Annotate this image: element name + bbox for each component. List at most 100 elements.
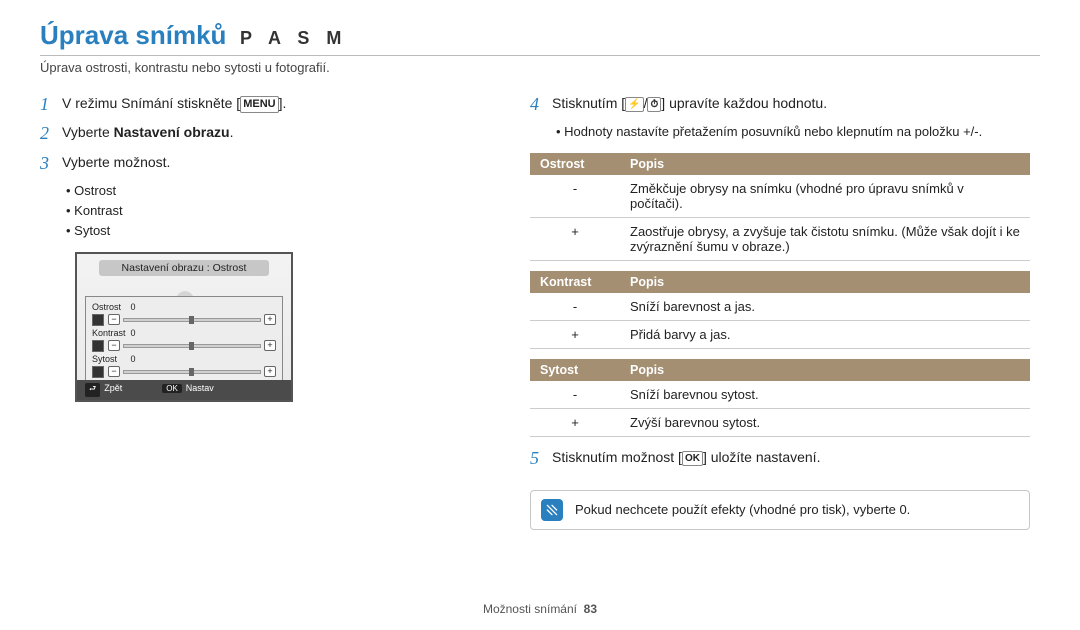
ok-button[interactable]: OK Nastav xyxy=(162,383,214,397)
flash-icon: ⚡ xyxy=(625,97,643,112)
symbol-cell: + xyxy=(530,320,620,348)
text-cell: Sníží barevnost a jas. xyxy=(620,293,1030,321)
slider-value: 0 xyxy=(129,328,137,338)
table-row: -Změkčuje obrysy na snímku (vhodné pro ú… xyxy=(530,175,1030,218)
step4-bullets: Hodnoty nastavíte přetažením posuvníků n… xyxy=(556,122,1030,142)
step-text: V režimu Snímání stiskněte [MENU]. xyxy=(62,93,286,116)
ok-icon: OK xyxy=(162,384,182,393)
slider-row: − + xyxy=(92,314,276,326)
table-row: +Přidá barvy a jas. xyxy=(530,320,1030,348)
symbol-cell: - xyxy=(530,381,620,409)
camera-title: Nastavení obrazu : Ostrost xyxy=(99,260,269,276)
slider-label: Kontrast xyxy=(92,328,126,338)
description-table: OstrostPopis-Změkčuje obrysy na snímku (… xyxy=(530,153,1030,261)
step1-text: V režimu Snímání stiskněte [ xyxy=(62,95,240,111)
slider-track[interactable] xyxy=(123,318,261,322)
list-item: Hodnoty nastavíte přetažením posuvníků n… xyxy=(556,122,1030,142)
tables-container: OstrostPopis-Změkčuje obrysy na snímku (… xyxy=(530,153,1030,437)
camera-preview: Nastavení obrazu : Ostrost Ostrost 0 − +… xyxy=(75,252,293,402)
step-number: 1 xyxy=(40,93,62,116)
slider-handle[interactable] xyxy=(189,368,194,376)
saturation-icon xyxy=(92,366,104,378)
step2-pre: Vyberte xyxy=(62,124,114,140)
plus-button[interactable]: + xyxy=(264,314,276,325)
minus-button[interactable]: − xyxy=(108,340,120,351)
slider-row: Kontrast 0 xyxy=(92,328,276,338)
step2-post: . xyxy=(230,124,234,140)
sharpness-icon xyxy=(92,314,104,326)
mode-letters: P A S M xyxy=(240,28,347,49)
slider-handle[interactable] xyxy=(189,342,194,350)
step-number: 2 xyxy=(40,122,62,145)
table-row: +Zvýší barevnou sytost. xyxy=(530,408,1030,436)
minus-button[interactable]: − xyxy=(108,366,120,377)
list-item: Ostrost xyxy=(66,181,500,201)
step4-a: Stisknutím [ xyxy=(552,95,625,111)
back-label: Zpět xyxy=(104,383,122,393)
table-header: Ostrost xyxy=(530,153,620,175)
text-cell: Sníží barevnou sytost. xyxy=(620,381,1030,409)
plus-button[interactable]: + xyxy=(264,366,276,377)
slider-track[interactable] xyxy=(123,370,261,374)
back-icon: ⮐ xyxy=(85,383,100,397)
left-column: 1 V režimu Snímání stiskněte [MENU]. 2 V… xyxy=(40,93,500,530)
step5-b: ] uložíte nastavení. xyxy=(703,449,821,465)
step2-bold: Nastavení obrazu xyxy=(114,124,230,140)
page-number: 83 xyxy=(584,602,597,616)
table-header: Kontrast xyxy=(530,271,620,293)
table-header: Sytost xyxy=(530,359,620,381)
footer-label: Možnosti snímání xyxy=(483,602,577,616)
step-number: 4 xyxy=(530,93,552,116)
table-header: Popis xyxy=(620,359,1030,381)
symbol-cell: + xyxy=(530,217,620,260)
minus-button[interactable]: − xyxy=(108,314,120,325)
step-1: 1 V režimu Snímání stiskněte [MENU]. xyxy=(40,93,500,116)
step4-b: ] upravíte každou hodnotu. xyxy=(661,95,827,111)
timer-icon: ⏱ xyxy=(647,97,661,112)
step-4: 4 Stisknutím [⚡/⏱] upravíte každou hodno… xyxy=(530,93,1030,116)
list-item: Kontrast xyxy=(66,201,500,221)
ok-label: Nastav xyxy=(186,383,214,393)
description-table: KontrastPopis-Sníží barevnost a jas.+Při… xyxy=(530,271,1030,349)
plus-button[interactable]: + xyxy=(264,340,276,351)
right-column: 4 Stisknutím [⚡/⏱] upravíte každou hodno… xyxy=(530,93,1030,530)
step-text: Stisknutím možnost [OK] uložíte nastaven… xyxy=(552,447,820,470)
option-list: Ostrost Kontrast Sytost xyxy=(66,181,500,241)
step-2: 2 Vyberte Nastavení obrazu. xyxy=(40,122,500,145)
table-row: +Zaostřuje obrysy, a zvyšuje tak čistotu… xyxy=(530,217,1030,260)
step5-a: Stisknutím možnost [ xyxy=(552,449,682,465)
symbol-cell: + xyxy=(530,408,620,436)
table-header: Popis xyxy=(620,271,1030,293)
camera-footer: ⮐ Zpět OK Nastav xyxy=(77,380,291,400)
step-text: Stisknutím [⚡/⏱] upravíte každou hodnotu… xyxy=(552,93,827,116)
info-text: Pokud nechcete použít efekty (vhodné pro… xyxy=(575,502,910,517)
slider-handle[interactable] xyxy=(189,316,194,324)
page-title: Úprava snímků xyxy=(40,20,226,51)
text-cell: Změkčuje obrysy na snímku (vhodné pro úp… xyxy=(620,175,1030,218)
slider-value: 0 xyxy=(129,302,137,312)
ok-icon: OK xyxy=(682,451,703,466)
symbol-cell: - xyxy=(530,175,620,218)
step-number: 5 xyxy=(530,447,552,470)
step-3: 3 Vyberte možnost. xyxy=(40,152,500,175)
text-cell: Přidá barvy a jas. xyxy=(620,320,1030,348)
back-button[interactable]: ⮐ Zpět xyxy=(85,383,122,397)
info-icon xyxy=(541,499,563,521)
title-underline xyxy=(40,55,1040,56)
slider-label: Ostrost xyxy=(92,302,126,312)
symbol-cell: - xyxy=(530,293,620,321)
text-cell: Zaostřuje obrysy, a zvyšuje tak čistotu … xyxy=(620,217,1030,260)
slider-row: − + xyxy=(92,340,276,352)
slider-row: − + xyxy=(92,366,276,378)
slider-row: Sytost 0 xyxy=(92,354,276,364)
contrast-icon xyxy=(92,340,104,352)
table-row: -Sníží barevnost a jas. xyxy=(530,293,1030,321)
step1-end: ]. xyxy=(279,95,287,111)
page-footer: Možnosti snímání 83 xyxy=(0,602,1080,616)
page-header: Úprava snímků P A S M xyxy=(40,20,1040,51)
slider-track[interactable] xyxy=(123,344,261,348)
list-item: Sytost xyxy=(66,221,500,241)
subtitle: Úprava ostrosti, kontrastu nebo sytosti … xyxy=(40,60,1040,75)
step-text: Vyberte Nastavení obrazu. xyxy=(62,122,233,145)
step-5: 5 Stisknutím možnost [OK] uložíte nastav… xyxy=(530,447,1030,470)
